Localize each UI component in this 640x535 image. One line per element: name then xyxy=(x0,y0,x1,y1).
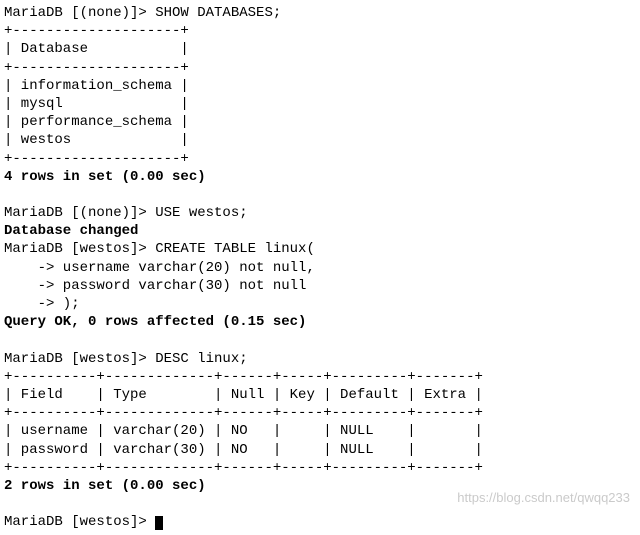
cursor-icon xyxy=(155,516,163,530)
terminal-line: MariaDB [westos]> CREATE TABLE linux( xyxy=(4,240,640,258)
table-row: | mysql | xyxy=(4,95,640,113)
terminal-prompt[interactable]: MariaDB [westos]> xyxy=(4,513,640,531)
terminal-line: MariaDB [(none)]> SHOW DATABASES; xyxy=(4,4,640,22)
table-border: +----------+-------------+------+-----+-… xyxy=(4,368,640,386)
prompt-text: MariaDB [westos]> xyxy=(4,514,155,530)
table-row: | password | varchar(30) | NO | | NULL |… xyxy=(4,441,640,459)
table-row: | information_schema | xyxy=(4,77,640,95)
table-border: +--------------------+ xyxy=(4,150,640,168)
result-text: Database changed xyxy=(4,222,640,240)
watermark-text: https://blog.csdn.net/qwqq233 xyxy=(457,490,630,507)
table-border: +--------------------+ xyxy=(4,22,640,40)
terminal-line: -> username varchar(20) not null, xyxy=(4,259,640,277)
table-border: +--------------------+ xyxy=(4,59,640,77)
terminal-line: MariaDB [westos]> DESC linux; xyxy=(4,350,640,368)
table-header: | Database | xyxy=(4,40,640,58)
table-row: | westos | xyxy=(4,131,640,149)
table-border: +----------+-------------+------+-----+-… xyxy=(4,404,640,422)
terminal-line: MariaDB [(none)]> USE westos; xyxy=(4,204,640,222)
table-row: | username | varchar(20) | NO | | NULL |… xyxy=(4,422,640,440)
blank-line xyxy=(4,331,640,349)
result-text: Query OK, 0 rows affected (0.15 sec) xyxy=(4,313,640,331)
table-border: +----------+-------------+------+-----+-… xyxy=(4,459,640,477)
table-header: | Field | Type | Null | Key | Default | … xyxy=(4,386,640,404)
result-footer: 4 rows in set (0.00 sec) xyxy=(4,168,640,186)
terminal-line: -> ); xyxy=(4,295,640,313)
table-row: | performance_schema | xyxy=(4,113,640,131)
blank-line xyxy=(4,186,640,204)
terminal-line: -> password varchar(30) not null xyxy=(4,277,640,295)
